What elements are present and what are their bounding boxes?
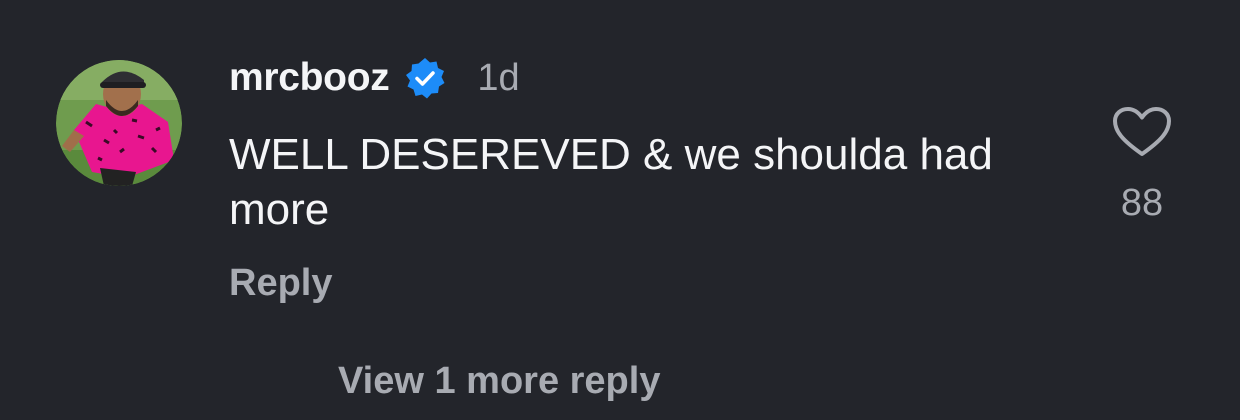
view-more-replies-button[interactable]: View 1 more reply — [338, 360, 660, 403]
comment-text: WELL DESEREVED & we shoulda had more — [229, 130, 993, 234]
comment-header: mrcbooz 1d — [229, 54, 520, 102]
timestamp: 1d — [477, 56, 520, 99]
heart-outline-icon — [1113, 107, 1171, 156]
like-count: 88 — [1120, 182, 1164, 224]
avatar[interactable] — [56, 60, 182, 186]
like-button[interactable] — [1112, 106, 1172, 158]
verified-badge-icon — [403, 56, 447, 100]
comment-item: mrcbooz 1d WELL DESEREVED & we shoulda h… — [0, 0, 1240, 420]
username[interactable]: mrcbooz — [229, 56, 390, 100]
reply-button[interactable]: Reply — [229, 262, 332, 305]
avatar-image — [56, 60, 182, 186]
